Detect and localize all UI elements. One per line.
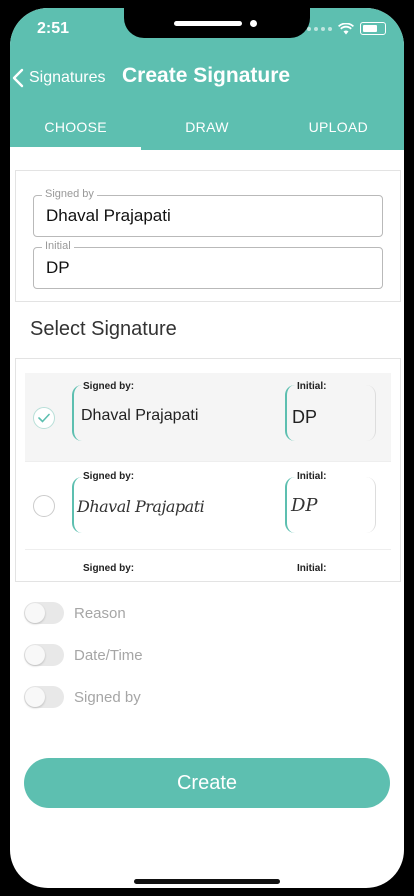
status-indicators <box>307 22 386 35</box>
reason-toggle[interactable] <box>24 602 64 624</box>
battery-icon <box>360 22 386 35</box>
radio-checked[interactable] <box>33 407 55 429</box>
home-indicator <box>134 879 280 884</box>
reason-label: Reason <box>74 604 126 622</box>
tab-upload[interactable]: UPLOAD <box>273 112 404 150</box>
tab-choose[interactable]: CHOOSE <box>10 112 142 150</box>
wifi-icon <box>338 22 354 34</box>
initial-field[interactable]: Initial DP <box>33 240 383 289</box>
signed-by-label: Signed by: <box>83 381 135 392</box>
signature-option-handwritten[interactable]: Signed by: Dhaval Prajapati Initial: DP <box>25 461 391 550</box>
notch <box>124 8 310 38</box>
initial-label: Initial: <box>297 563 327 574</box>
signer-card: Signed by Dhaval Prajapati Initial DP <box>15 170 401 302</box>
signature-option-typed[interactable]: Signed by: Dhaval Prajapati Initial: DP <box>25 373 391 462</box>
check-icon <box>38 413 50 423</box>
chevron-left-icon <box>12 68 24 88</box>
create-button[interactable]: Create <box>24 758 390 808</box>
radio-unchecked[interactable] <box>33 495 55 517</box>
tab-bar: CHOOSE DRAW UPLOAD <box>10 112 404 150</box>
tab-draw[interactable]: DRAW <box>141 112 272 150</box>
signal-icon <box>307 26 332 31</box>
signed-by-field-value: Dhaval Prajapati <box>46 206 171 225</box>
notch-speaker <box>174 21 242 26</box>
back-button[interactable]: Signatures <box>10 68 106 88</box>
initial-field-label: Initial <box>42 240 74 252</box>
signed-by-toggle[interactable] <box>24 686 64 708</box>
select-signature-title: Select Signature <box>30 318 177 340</box>
option-signed-by[interactable]: Signed by <box>24 686 141 708</box>
signed-by-handwritten: Dhaval Prajapati <box>77 497 205 516</box>
signature-list[interactable]: Signed by: Dhaval Prajapati Initial: DP … <box>15 358 401 582</box>
header: 2:51 Signatures Create Signature CHOOSE … <box>10 8 404 150</box>
signed-by-field[interactable]: Signed by Dhaval Prajapati <box>33 188 383 237</box>
initial-value: DP <box>292 407 318 427</box>
app-screen: 2:51 Signatures Create Signature CHOOSE … <box>10 8 404 888</box>
option-reason[interactable]: Reason <box>24 602 126 624</box>
signed-by-label: Signed by: <box>83 471 135 482</box>
signed-by-value: Dhaval Prajapati <box>81 407 199 424</box>
initial-label: Initial: <box>297 471 327 482</box>
signed-by-label: Signed by: <box>83 563 135 574</box>
date-time-label: Date/Time <box>74 646 143 664</box>
page-title: Create Signature <box>122 64 291 87</box>
initial-label: Initial: <box>297 381 327 392</box>
initial-field-value: DP <box>46 258 70 277</box>
date-time-toggle[interactable] <box>24 644 64 666</box>
option-date-time[interactable]: Date/Time <box>24 644 143 666</box>
back-label: Signatures <box>29 69 106 86</box>
signature-option-partial[interactable]: Signed by: Initial: <box>25 549 391 581</box>
initial-handwritten: DP <box>291 495 318 516</box>
notch-camera <box>250 20 257 27</box>
signed-by-option-label: Signed by <box>74 688 141 706</box>
status-time: 2:51 <box>37 20 70 37</box>
signed-by-field-label: Signed by <box>42 188 97 200</box>
